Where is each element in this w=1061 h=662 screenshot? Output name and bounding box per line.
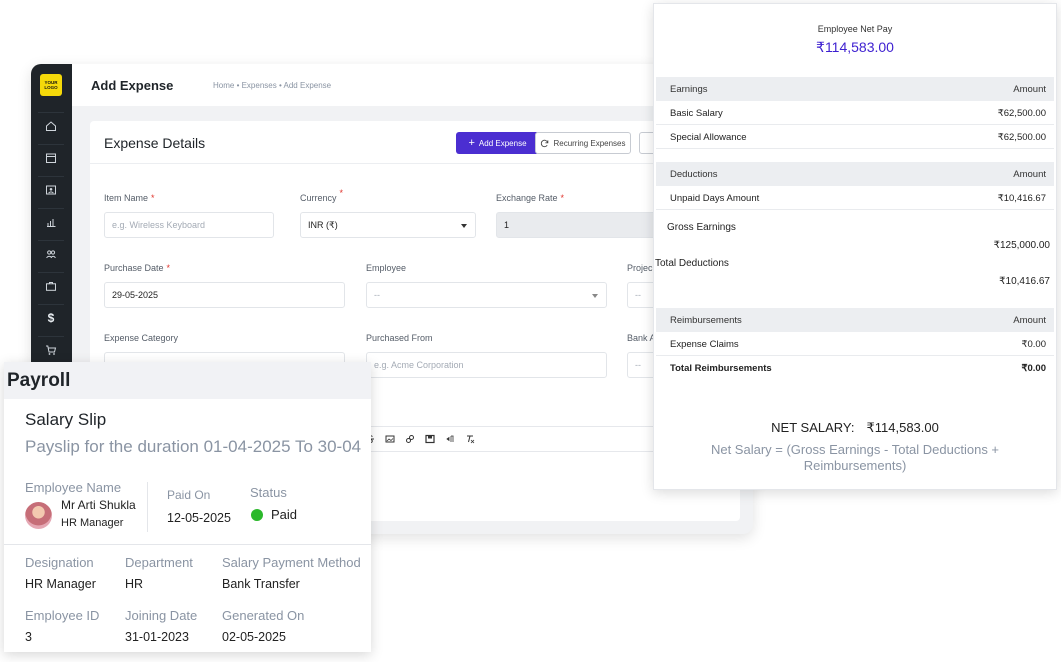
payslip-panel: Employee Net Pay ₹114,583.00 Earnings Amo…	[653, 3, 1057, 490]
department-value: HR	[125, 577, 144, 591]
card-title: Expense Details	[104, 135, 206, 151]
payment-method-value: Bank Transfer	[222, 577, 300, 591]
bank-account-label: Bank A	[627, 333, 656, 343]
joining-date-value: 31-01-2023	[125, 630, 189, 644]
net-pay-label: Employee Net Pay	[817, 24, 893, 34]
purchase-date-label: Purchase Date *	[104, 263, 171, 273]
recurring-expenses-button[interactable]: Recurring Expenses	[535, 132, 631, 154]
status-dot-icon	[251, 509, 263, 521]
net-salary-value: ₹114,583.00	[866, 420, 939, 435]
deductions-header: Deductions Amount	[656, 162, 1054, 186]
card-header: Expense Details + Add Expense Recurring …	[90, 121, 740, 164]
expense-header: Add Expense Home • Expenses • Add Expens…	[72, 64, 753, 106]
recurring-expenses-label: Recurring Expenses	[553, 138, 626, 148]
users-icon[interactable]	[38, 240, 64, 266]
department-label: Department	[125, 555, 193, 570]
net-pay-value: ₹114,583.00	[816, 39, 894, 55]
status-label: Status	[250, 485, 287, 500]
project-label: Projec	[627, 263, 653, 273]
divider	[4, 544, 371, 545]
plus-icon: +	[468, 137, 475, 149]
employee-name: Mr Arti Shukla	[61, 498, 136, 512]
screenshot-stage: YOUR LOGO $ Add Expense Home • Expenses …	[0, 0, 1061, 662]
cart-icon[interactable]	[38, 336, 64, 362]
add-expense-label: Add Expense	[478, 138, 527, 148]
deductions-row: Unpaid Days Amount ₹10,416.67	[656, 186, 1054, 210]
video-icon[interactable]	[425, 434, 435, 444]
net-salary-formula: Net Salary = (Gross Earnings - Total Ded…	[710, 442, 1000, 473]
employee-role: HR Manager	[61, 517, 124, 529]
image-icon[interactable]	[385, 434, 395, 444]
earnings-header: Earnings Amount	[656, 77, 1054, 101]
home-icon[interactable]	[38, 112, 64, 138]
chevron-down-icon	[461, 224, 467, 228]
expense-category-label: Expense Category	[104, 333, 179, 343]
paid-on-label: Paid On	[167, 488, 211, 502]
employee-id-value: 3	[25, 630, 32, 644]
dollar-icon[interactable]: $	[38, 304, 64, 330]
gross-earnings-label: Gross Earnings	[667, 222, 736, 233]
salary-slip-title: Salary Slip	[25, 410, 107, 429]
gross-earnings-value: ₹125,000.00	[993, 240, 1050, 251]
reimbursements-row: Expense Claims ₹0.00	[656, 332, 1054, 356]
total-reimbursements-row: Total Reimbursements ₹0.00	[670, 363, 1046, 374]
payroll-title: Payroll	[7, 370, 71, 391]
payment-method-label: Salary Payment Method	[222, 555, 361, 570]
generated-on-value: 02-05-2025	[222, 630, 286, 644]
item-name-label: Item Name *	[104, 193, 155, 203]
item-name-input[interactable]: e.g. Wireless Keyboard	[104, 212, 274, 238]
payroll-card: Payroll Salary Slip Payslip for the dura…	[4, 362, 371, 652]
avatar	[25, 502, 52, 529]
purchased-from-label: Purchased From	[366, 333, 433, 343]
divider	[147, 482, 148, 532]
chart-bars-icon[interactable]	[38, 208, 64, 234]
status-badge: Paid	[271, 507, 298, 522]
designation-value: HR Manager	[25, 577, 96, 591]
earnings-row: Basic Salary ₹62,500.00	[656, 101, 1054, 125]
designation-label: Designation	[25, 555, 94, 570]
breadcrumb[interactable]: Home • Expenses • Add Expense	[213, 81, 331, 90]
paid-on-value: 12-05-2025	[167, 511, 231, 525]
link-icon[interactable]	[405, 434, 415, 444]
net-salary-line: NET SALARY: ₹114,583.00	[654, 420, 1056, 436]
payroll-header: Payroll	[4, 362, 371, 399]
calendar-icon[interactable]	[38, 144, 64, 170]
joining-date-label: Joining Date	[125, 608, 198, 623]
paragraph-rtl-icon[interactable]	[445, 434, 455, 444]
employee-name-label: Employee Name	[25, 480, 122, 495]
purchased-from-input[interactable]: e.g. Acme Corporation	[366, 352, 607, 378]
total-deductions-value: ₹10,416.67	[999, 276, 1050, 287]
reimbursements-header: Reimbursements Amount	[656, 308, 1054, 332]
contact-card-icon[interactable]	[38, 176, 64, 202]
total-deductions-label: Total Deductions	[655, 258, 729, 269]
employee-select[interactable]: --	[366, 282, 607, 308]
page-title: Add Expense	[91, 78, 174, 93]
generated-on-label: Generated On	[222, 608, 305, 623]
net-salary-label: NET SALARY:	[771, 420, 855, 435]
exchange-rate-label: Exchange Rate *	[496, 193, 565, 203]
refresh-icon	[541, 139, 549, 147]
clear-formatting-icon[interactable]	[465, 434, 475, 444]
employee-label: Employee	[366, 263, 407, 273]
earnings-row: Special Allowance ₹62,500.00	[656, 125, 1054, 149]
dollar-glyph: $	[47, 310, 55, 325]
payslip-duration: Payslip for the duration 01-04-2025 To 3…	[25, 437, 362, 456]
add-expense-button[interactable]: + Add Expense	[456, 132, 539, 154]
briefcase-icon[interactable]	[38, 272, 64, 298]
purchase-date-input[interactable]: 29-05-2025	[104, 282, 345, 308]
app-logo: YOUR LOGO	[40, 74, 62, 96]
employee-id-label: Employee ID	[25, 608, 100, 623]
exchange-rate-input[interactable]: 1	[496, 212, 666, 238]
chevron-down-icon	[592, 294, 598, 298]
currency-select[interactable]: INR (₹)	[300, 212, 476, 238]
currency-label: Currency *	[300, 188, 344, 203]
